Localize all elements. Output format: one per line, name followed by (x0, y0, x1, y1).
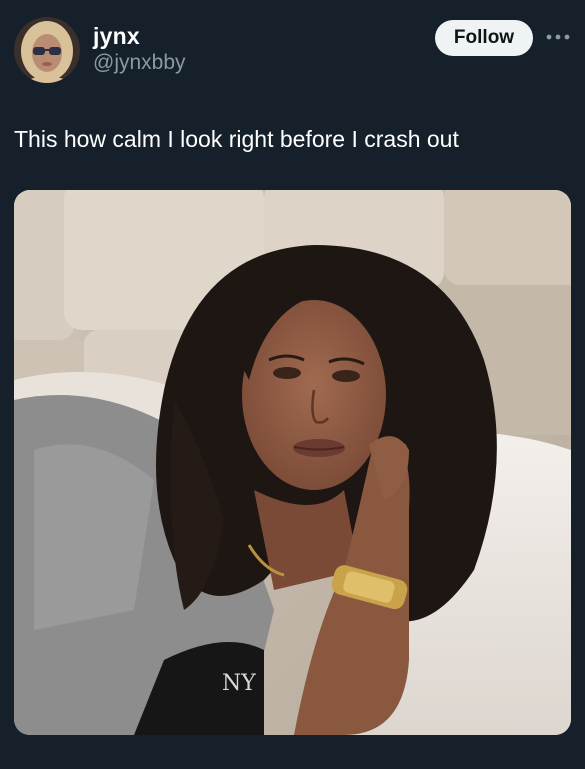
more-horizontal-icon (546, 34, 570, 40)
tweet-media[interactable]: NY (14, 190, 571, 735)
display-name[interactable]: jynx (93, 23, 186, 49)
avatar[interactable] (14, 17, 80, 83)
follow-button[interactable]: Follow (435, 20, 533, 56)
svg-text:NY: NY (222, 671, 256, 696)
more-options-button[interactable] (544, 27, 572, 47)
author-names: jynx @jynxbby (93, 23, 186, 76)
tweet-card: jynx @jynxbby Follow This how calm I loo… (0, 0, 585, 769)
tweet-text: This how calm I look right before I cras… (14, 126, 459, 152)
user-handle[interactable]: @jynxbby (93, 50, 186, 76)
tweet-header: jynx @jynxbby Follow (14, 17, 571, 87)
avatar-image (14, 17, 80, 83)
photo-image: NY (14, 190, 571, 735)
